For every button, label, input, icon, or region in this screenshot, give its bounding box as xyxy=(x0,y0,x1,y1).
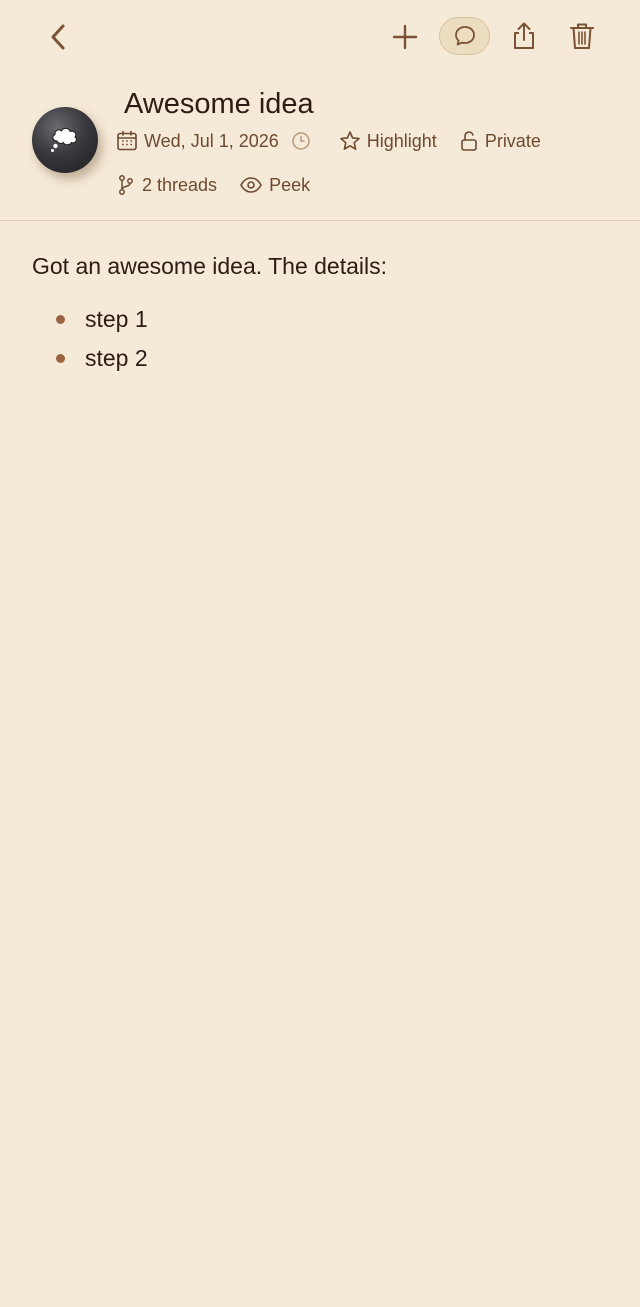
list-item-text: step 2 xyxy=(85,345,148,371)
note-header: Awesome idea Wed, Jul 1, 2026 Highlight … xyxy=(0,72,640,221)
privacy-label: Private xyxy=(484,130,541,151)
time-chip[interactable] xyxy=(291,131,317,151)
note-title[interactable]: Awesome idea xyxy=(124,88,314,121)
steps-list: step 1 step 2 xyxy=(32,300,612,378)
thought-bubble-icon xyxy=(51,127,77,152)
add-button[interactable] xyxy=(384,16,426,58)
date-chip[interactable]: Wed, Jul 1, 2026 xyxy=(116,130,279,152)
calendar-icon xyxy=(117,130,137,151)
list-item: step 1 xyxy=(54,300,612,339)
chevron-left-icon xyxy=(51,24,65,50)
bullet-dot xyxy=(56,315,65,324)
meta-row-secondary: 2 threads Peek xyxy=(116,174,322,196)
note-detail-screen: Awesome idea Wed, Jul 1, 2026 Highlight … xyxy=(0,0,640,1307)
top-toolbar xyxy=(0,0,640,72)
peek-chip[interactable]: Peek xyxy=(239,175,310,196)
list-item: step 2 xyxy=(54,339,612,378)
share-icon xyxy=(514,22,534,49)
back-button[interactable] xyxy=(38,16,80,58)
delete-button[interactable] xyxy=(560,14,604,58)
comment-button[interactable] xyxy=(439,17,490,55)
star-icon xyxy=(339,131,360,150)
plus-icon xyxy=(392,24,418,50)
speech-bubble-icon xyxy=(454,26,475,46)
note-body[interactable]: Got an awesome idea. The details: step 1… xyxy=(32,250,612,378)
peek-label: Peek xyxy=(269,174,311,195)
date-label: Wed, Jul 1, 2026 xyxy=(144,130,279,151)
branch-icon xyxy=(119,175,133,195)
meta-row-primary: Wed, Jul 1, 2026 Highlight Private xyxy=(116,130,553,152)
highlight-label: Highlight xyxy=(366,130,437,151)
bullet-dot xyxy=(56,354,65,363)
highlight-chip[interactable]: Highlight xyxy=(339,130,437,152)
privacy-chip[interactable]: Private xyxy=(459,130,541,152)
share-button[interactable] xyxy=(502,14,546,58)
threads-label: 2 threads xyxy=(142,174,218,195)
threads-chip[interactable]: 2 threads xyxy=(116,174,217,196)
unlock-icon xyxy=(461,131,477,151)
eye-icon xyxy=(240,177,262,193)
body-paragraph: Got an awesome idea. The details: xyxy=(32,253,388,279)
trash-icon xyxy=(570,23,594,49)
clock-icon xyxy=(292,132,310,150)
note-avatar[interactable] xyxy=(32,107,98,173)
list-item-text: step 1 xyxy=(85,306,148,332)
